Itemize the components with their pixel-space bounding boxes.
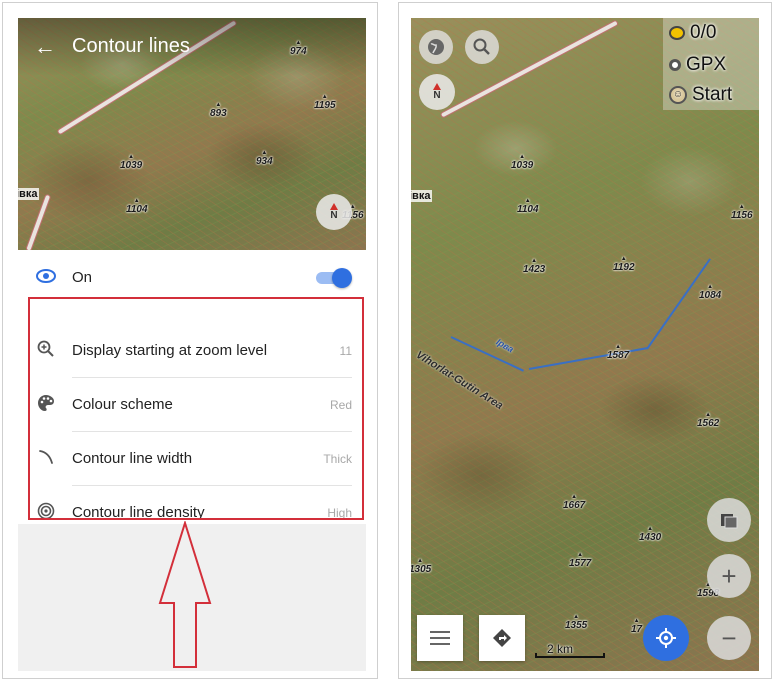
scale-bar: 2 km — [535, 642, 605, 660]
peak-label: 1562 — [697, 412, 719, 429]
gps-status[interactable]: 0/0 — [669, 22, 716, 44]
town-label: івка — [18, 188, 40, 200]
gpx-button[interactable]: GPX — [669, 54, 726, 76]
peak-label: 17 — [631, 618, 642, 635]
layers-icon[interactable] — [707, 498, 751, 542]
peak-label: 1084 — [699, 284, 721, 301]
topographic-map[interactable]: івка 1039 1104 1156 1423 1192 1084 1587 … — [411, 18, 759, 671]
peak-label: 1192 — [613, 256, 635, 273]
highlight-annotation-box — [28, 297, 364, 520]
peak-label: 1430 — [639, 526, 661, 543]
my-location-button[interactable] — [643, 615, 689, 661]
globe-icon[interactable] — [419, 30, 453, 64]
north-arrow-icon — [433, 83, 441, 90]
search-icon[interactable] — [465, 30, 499, 64]
peak-label: 1104 — [126, 198, 148, 215]
map-screen: івка 1039 1104 1156 1423 1192 1084 1587 … — [411, 18, 759, 671]
right-screenshot-frame: івка 1039 1104 1156 1423 1192 1084 1587 … — [398, 2, 772, 679]
compass-button[interactable]: N — [316, 194, 352, 230]
directions-button[interactable] — [479, 615, 525, 661]
peak-label: 1195 — [314, 94, 336, 111]
start-profile-icon: ☺ — [669, 86, 687, 104]
peak-label: 934 — [256, 150, 273, 167]
on-toggle-row[interactable]: On — [18, 254, 366, 302]
page-title: Contour lines — [72, 35, 190, 57]
on-label: On — [72, 269, 93, 286]
menu-button[interactable] — [417, 615, 463, 661]
gps-satellite-icon — [669, 26, 685, 40]
crosshair-icon — [656, 628, 676, 648]
peak-label: 1039 — [120, 154, 142, 171]
peak-label: 1156 — [731, 204, 753, 221]
header-bar — [18, 18, 366, 76]
peak-label: 1587 — [607, 344, 629, 361]
peak-label: 974 — [290, 40, 307, 57]
map-preview: ← Contour lines івка 974 1195 893 934 10… — [18, 18, 366, 250]
peak-label: 1039 — [511, 154, 533, 171]
record-dot-icon — [669, 59, 681, 71]
peak-label: 1423 — [523, 258, 545, 275]
peak-label: 1305 — [411, 558, 431, 575]
town-label: івка — [411, 190, 433, 202]
info-panel: 0/0 GPX ☺ Start — [663, 18, 759, 110]
contour-lines-settings-screen: ← Contour lines івка 974 1195 893 934 10… — [18, 18, 366, 671]
up-arrow-annotation-icon — [158, 521, 212, 668]
peak-label: 1577 — [569, 552, 591, 569]
peak-label: 893 — [210, 102, 227, 119]
compass-button[interactable]: N — [419, 74, 455, 110]
zoom-in-button[interactable]: + — [707, 554, 751, 598]
zoom-out-button[interactable]: − — [707, 616, 751, 660]
eye-icon — [36, 268, 56, 288]
start-button[interactable]: ☺ Start — [669, 84, 732, 106]
peak-label: 1104 — [517, 198, 539, 215]
back-arrow-icon[interactable]: ← — [34, 34, 60, 60]
north-arrow-icon — [330, 203, 338, 210]
contour-lines-toggle[interactable] — [316, 268, 352, 288]
peak-label: 1355 — [565, 614, 587, 631]
menu-icon — [430, 631, 450, 645]
directions-icon — [493, 629, 511, 647]
peak-label: 1667 — [563, 494, 585, 511]
left-screenshot-frame: ← Contour lines івка 974 1195 893 934 10… — [2, 2, 378, 679]
